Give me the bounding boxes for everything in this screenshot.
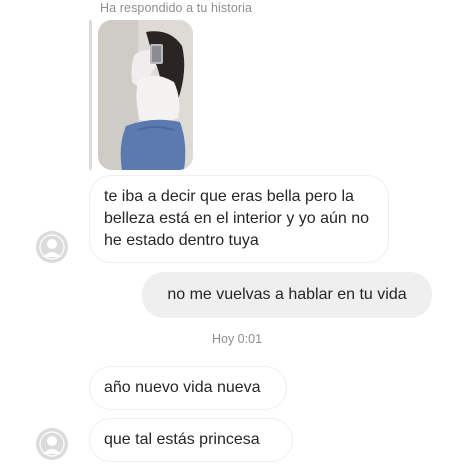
story-reply-caption: Ha respondido a tu historia xyxy=(100,1,253,15)
message-text: año nuevo vida nueva xyxy=(104,379,261,396)
default-avatar-icon xyxy=(36,231,68,263)
message-text: no me vuelvas a hablar en tu vida xyxy=(167,286,407,303)
story-photo xyxy=(98,20,193,170)
message-text: te iba a decir que eras bella pero la be… xyxy=(104,188,370,249)
story-reply-line xyxy=(89,20,92,170)
story-thumbnail[interactable] xyxy=(98,20,193,170)
message-bubble-received[interactable]: año nuevo vida nueva xyxy=(89,366,287,410)
default-avatar-icon xyxy=(36,428,68,460)
avatar[interactable] xyxy=(36,231,68,263)
message-bubble-received[interactable]: que tal estás princesa xyxy=(89,418,293,462)
message-bubble-sent[interactable]: no me vuelvas a hablar en tu vida xyxy=(142,272,432,318)
timestamp-separator: Hoy 0:01 xyxy=(211,332,263,346)
message-text: que tal estás princesa xyxy=(104,431,260,448)
avatar[interactable] xyxy=(36,428,68,460)
message-bubble-received[interactable]: te iba a decir que eras bella pero la be… xyxy=(89,175,389,263)
